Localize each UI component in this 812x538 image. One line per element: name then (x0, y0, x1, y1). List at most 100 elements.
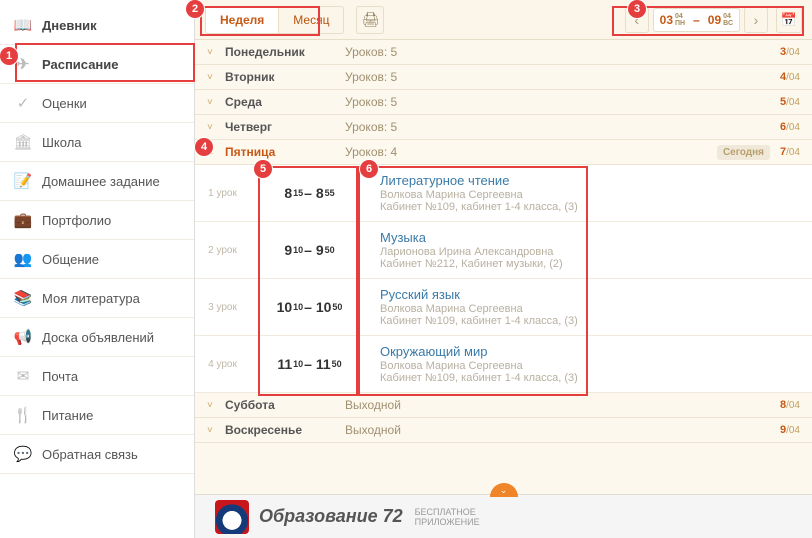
banner-logo-icon (215, 500, 249, 534)
lesson-teacher: Волкова Марина Сергеевна (380, 360, 802, 372)
date-end-month: 04 (723, 13, 733, 20)
lesson-time: 1010 – 1050 (250, 287, 370, 327)
lesson-room: Кабинет №109, кабинет 1-4 класса, (3) (380, 372, 802, 384)
day-row[interactable]: ˅ВоскресеньеВыходной9/04 (195, 418, 812, 443)
sidebar-item-0[interactable]: 📖Дневник (0, 6, 194, 45)
chevron-right-icon: › (754, 12, 759, 28)
date-range[interactable]: 03 04 ПН – 09 04 ВС (653, 8, 740, 32)
calendar-icon: 📅 (781, 12, 797, 28)
sidebar-item-11[interactable]: 💬Обратная связь (0, 435, 194, 474)
banner-subtitle: БЕСПЛАТНОЕ ПРИЛОЖЕНИЕ (415, 507, 480, 527)
day-list: ˅ПонедельникУроков: 53/04˅ВторникУроков:… (195, 40, 812, 443)
lesson-time: 1110 – 1150 (250, 344, 370, 384)
sidebar-item-7[interactable]: 📚 Моя литература (0, 279, 194, 318)
day-row[interactable]: ˅ПонедельникУроков: 53/04 (195, 40, 812, 65)
sidebar-item-5[interactable]: 💼 Портфолио (0, 201, 194, 240)
sidebar-item-label: Расписание (42, 57, 119, 72)
sidebar-item-6[interactable]: 👥Общение (0, 240, 194, 279)
tab-week[interactable]: Неделя (205, 6, 279, 34)
lesson-teacher: Ларионова Ирина Александровна (380, 246, 802, 258)
chevron-down-icon: ˅ (207, 122, 225, 133)
lesson-teacher: Волкова Марина Сергеевна (380, 303, 802, 315)
tab-month[interactable]: Месяц (279, 6, 344, 34)
annotation-marker-2: 2 (186, 0, 204, 18)
sidebar-item-label: Почта (42, 369, 78, 384)
sidebar-item-label: Домашнее задание (42, 174, 160, 189)
sidebar-item-label: Портфолио (42, 213, 111, 228)
lesson-time: 910 – 950 (250, 230, 370, 270)
sidebar-item-label: Питание (42, 408, 93, 423)
banner-title: Образование 72 (259, 506, 403, 527)
sidebar-item-label: Общение (42, 252, 99, 267)
today-badge: Сегодня (717, 145, 770, 160)
day-date-badge: 7/04 (780, 146, 800, 158)
day-name: Вторник (225, 70, 345, 84)
day-name: Воскресенье (225, 423, 345, 437)
date-start-weekday: ПН (675, 20, 685, 27)
sidebar-item-icon: 📢 (14, 328, 32, 346)
sidebar-item-10[interactable]: 🍴 Питание (0, 396, 194, 435)
print-button[interactable]: 🖨 (356, 6, 384, 34)
sidebar-item-icon: ✓ (14, 94, 32, 112)
lesson-number: 4 урок (195, 344, 250, 384)
day-name: Четверг (225, 120, 345, 134)
toolbar: Неделя Месяц 🖨 ‹ 03 04 ПН (195, 0, 812, 40)
lesson-body: Литературное чтениеВолкова Марина Сергее… (370, 173, 812, 213)
sidebar-item-2[interactable]: ✓Оценки (0, 84, 194, 123)
lesson-row: 1 урок815 – 855Литературное чтениеВолков… (195, 165, 812, 222)
view-tabs: Неделя Месяц (205, 6, 344, 34)
day-subtitle: Уроков: 5 (345, 70, 397, 84)
lesson-room: Кабинет №109, кабинет 1-4 класса, (3) (380, 201, 802, 213)
sidebar-item-icon: 💼 (14, 211, 32, 229)
day-date-badge: 3/04 (780, 46, 800, 58)
sidebar-item-8[interactable]: 📢Доска объявлений (0, 318, 194, 357)
chevron-down-icon: ˅ (207, 400, 225, 411)
lesson-number: 3 урок (195, 287, 250, 327)
sidebar-item-label: Моя литература (42, 291, 140, 306)
day-date-badge: 8/04 (780, 399, 800, 411)
sidebar-item-9[interactable]: ✉Почта (0, 357, 194, 396)
next-week-button[interactable]: › (744, 7, 768, 33)
day-name: Пятница (225, 145, 345, 159)
day-subtitle: Уроков: 5 (345, 120, 397, 134)
day-subtitle: Уроков: 5 (345, 45, 397, 59)
day-row[interactable]: ˄ПятницаУроков: 4Сегодня7/04 (195, 140, 812, 165)
day-row[interactable]: ˅СредаУроков: 55/04 (195, 90, 812, 115)
print-icon: 🖨 (362, 11, 380, 28)
lesson-body: Окружающий мирВолкова Марина СергеевнаКа… (370, 344, 812, 384)
sidebar-item-label: Дневник (42, 18, 97, 33)
day-subtitle: Выходной (345, 423, 401, 437)
day-name: Суббота (225, 398, 345, 412)
annotation-marker-1: 1 (0, 47, 18, 65)
lesson-subject-link[interactable]: Музыка (380, 230, 802, 245)
sidebar-item-icon: 💬 (14, 445, 32, 463)
lesson-teacher: Волкова Марина Сергеевна (380, 189, 802, 201)
sidebar-item-4[interactable]: 📝Домашнее задание (0, 162, 194, 201)
sidebar-item-1[interactable]: ✈Расписание (0, 45, 194, 84)
footer-ad-banner[interactable]: ⌄ Образование 72 БЕСПЛАТНОЕ ПРИЛОЖЕНИЕ (195, 494, 812, 538)
day-date-badge: 5/04 (780, 96, 800, 108)
annotation-marker-5: 5 (254, 160, 272, 178)
chevron-down-icon: ˅ (207, 47, 225, 58)
day-date-badge: 6/04 (780, 121, 800, 133)
lesson-subject-link[interactable]: Окружающий мир (380, 344, 802, 359)
lesson-number: 1 урок (195, 173, 250, 213)
day-date-badge: 4/04 (780, 71, 800, 83)
lesson-time: 815 – 855 (250, 173, 370, 213)
date-start-day: 03 (660, 13, 673, 27)
sidebar: 📖Дневник✈Расписание✓Оценки🏛Школа📝Домашне… (0, 0, 195, 538)
date-end-day: 09 (708, 13, 721, 27)
lesson-subject-link[interactable]: Русский язык (380, 287, 802, 302)
sidebar-item-3[interactable]: 🏛Школа (0, 123, 194, 162)
sidebar-item-icon: 🍴 (14, 406, 32, 424)
lesson-number: 2 урок (195, 230, 250, 270)
lesson-subject-link[interactable]: Литературное чтение (380, 173, 802, 188)
sidebar-item-icon: 📚 (14, 289, 32, 307)
day-row[interactable]: ˅ЧетвергУроков: 5 6/04 (195, 115, 812, 140)
day-row[interactable]: ˅СубботаВыходной8/04 (195, 393, 812, 418)
day-row[interactable]: ˅ВторникУроков: 54/04 (195, 65, 812, 90)
lesson-row: 2 урок910 – 950МузыкаЛарионова Ирина Але… (195, 222, 812, 279)
lesson-body: Русский языкВолкова Марина СергеевнаКаби… (370, 287, 812, 327)
calendar-button[interactable]: 📅 (776, 7, 802, 33)
lesson-body: МузыкаЛарионова Ирина АлександровнаКабин… (370, 230, 812, 270)
